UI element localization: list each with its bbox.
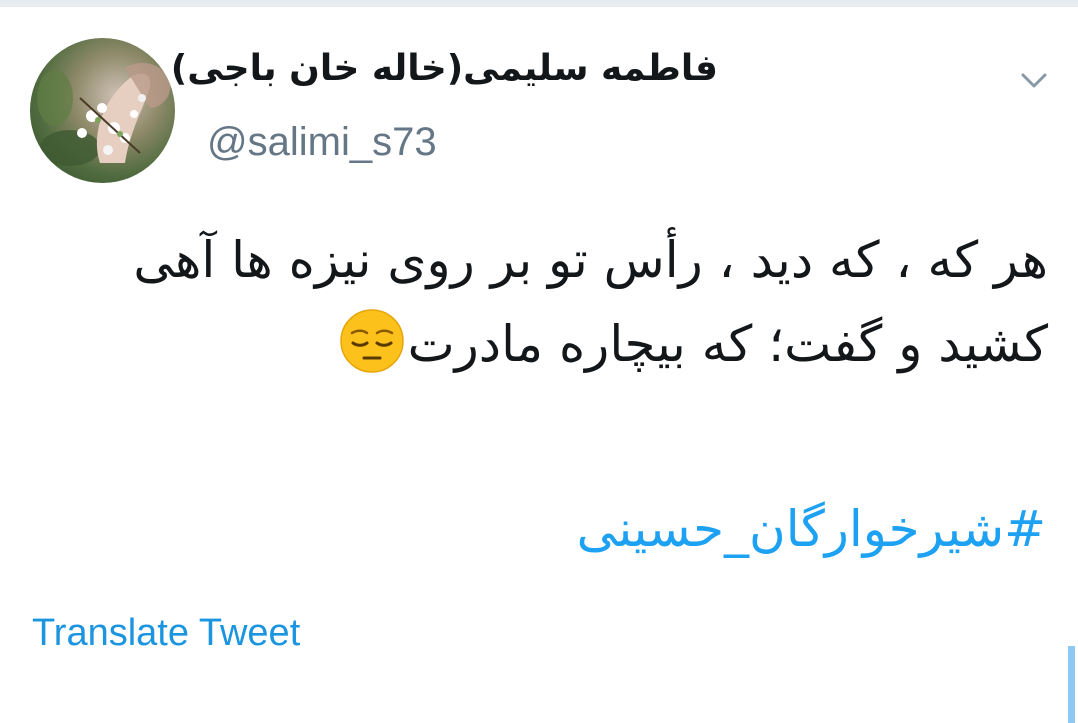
tweet-text-line-2-text: کشید و گفت؛ که بیچاره مادرت (407, 315, 1048, 373)
user-handle[interactable]: @salimi_s73 (207, 120, 437, 165)
pensive-face-icon (338, 307, 406, 375)
translate-tweet-link[interactable]: Translate Tweet (32, 612, 300, 655)
chevron-down-icon[interactable] (1016, 62, 1052, 98)
avatar-image (37, 63, 171, 166)
tweet-text-line-1: هر که ، که دید ، رأس تو بر روی نیزه ها آ… (133, 231, 1048, 289)
hashtag-link[interactable]: #شیرخوارگان_حسینی (30, 500, 1046, 558)
tweet-text: هر که ، که دید ، رأس تو بر روی نیزه ها آ… (30, 218, 1048, 386)
top-divider (0, 0, 1078, 7)
display-name[interactable]: فاطمه سلیمی(خاله خان باجی) (171, 48, 718, 89)
scroll-indicator (1068, 646, 1075, 723)
avatar[interactable] (30, 38, 175, 183)
tweet-text-line-2: کشید و گفت؛ که بیچاره مادرت (30, 302, 1048, 386)
